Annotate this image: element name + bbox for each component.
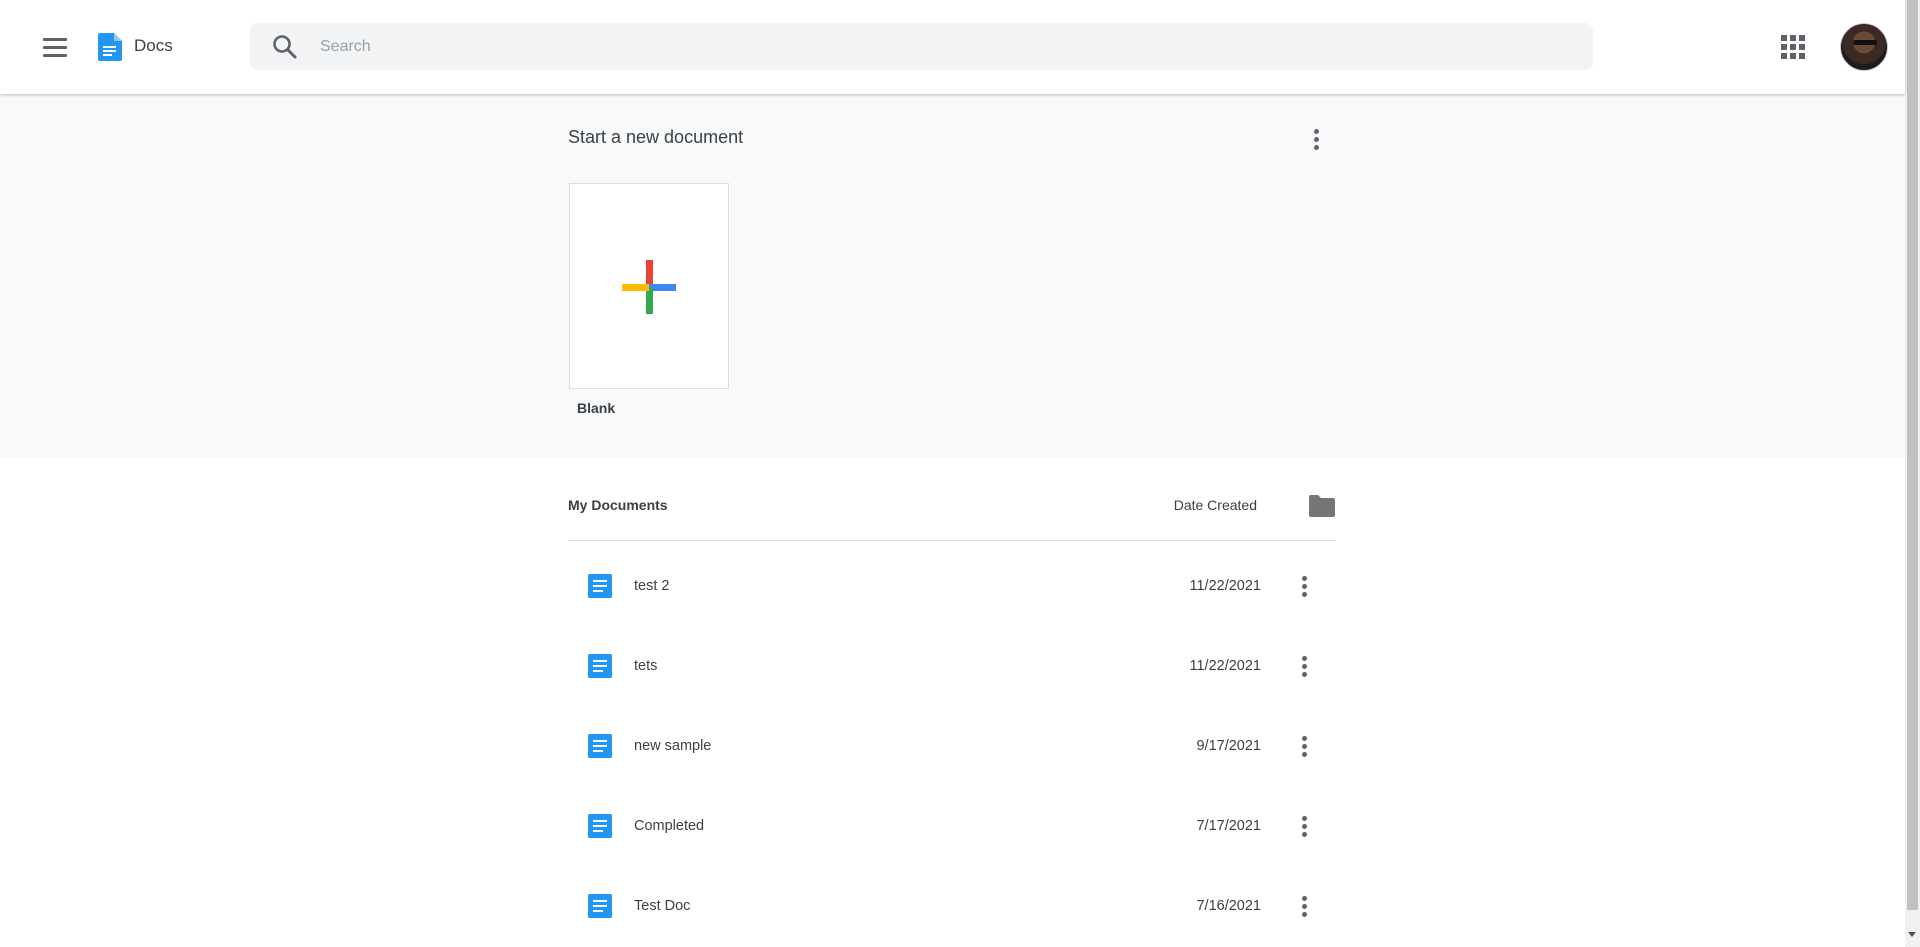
document-more-options-icon[interactable] xyxy=(1292,654,1316,678)
multicolor-plus-icon xyxy=(622,260,676,319)
document-icon xyxy=(588,734,612,763)
document-title: Completed xyxy=(634,818,705,834)
document-icon xyxy=(588,814,612,843)
document-more-options-icon[interactable] xyxy=(1292,574,1316,598)
document-more-options-icon[interactable] xyxy=(1292,894,1316,918)
document-more-options-icon[interactable] xyxy=(1292,734,1316,758)
app-name[interactable]: Docs xyxy=(134,36,173,56)
document-title: test 2 xyxy=(634,578,670,594)
scrollbar-thumb[interactable] xyxy=(1907,0,1918,910)
document-title: new sample xyxy=(634,738,712,754)
avatar[interactable] xyxy=(1840,23,1888,71)
document-row[interactable]: new sample 9/17/2021 xyxy=(568,706,1336,786)
document-date: 11/22/2021 xyxy=(1189,658,1262,674)
apps-grid-icon[interactable] xyxy=(1781,35,1805,59)
document-icon xyxy=(588,894,612,923)
scroll-down-arrow-icon[interactable] xyxy=(1908,932,1916,937)
document-date: 11/22/2021 xyxy=(1189,578,1262,594)
document-icon xyxy=(588,574,612,603)
blank-document-card[interactable] xyxy=(569,183,729,389)
document-title: Test Doc xyxy=(634,898,691,914)
document-date: 7/16/2021 xyxy=(1196,898,1261,914)
blank-card-label: Blank xyxy=(577,400,616,416)
hamburger-menu-icon[interactable] xyxy=(38,30,72,64)
search-input[interactable] xyxy=(320,23,1560,70)
folder-icon[interactable] xyxy=(1309,495,1335,522)
document-row[interactable]: Completed 7/17/2021 xyxy=(568,786,1336,866)
page-scrollbar[interactable] xyxy=(1905,0,1920,947)
sort-date-created-button[interactable]: Date Created xyxy=(1174,497,1257,513)
docs-logo-icon[interactable] xyxy=(98,33,122,66)
document-title: tets xyxy=(634,658,658,674)
document-icon xyxy=(588,654,612,683)
document-more-options-icon[interactable] xyxy=(1292,814,1316,838)
document-row[interactable]: Test Doc 7/16/2021 xyxy=(568,866,1336,946)
document-date: 9/17/2021 xyxy=(1196,738,1261,754)
document-date: 7/17/2021 xyxy=(1196,818,1261,834)
search-bar[interactable] xyxy=(250,23,1593,70)
search-icon[interactable] xyxy=(272,34,298,65)
documents-title: My Documents xyxy=(568,497,668,513)
template-section-title: Start a new document xyxy=(568,127,744,147)
template-gallery: Start a new document Blank xyxy=(0,94,1905,458)
documents-list-header: My Documents Date Created xyxy=(568,458,1336,541)
template-more-options-icon[interactable] xyxy=(1304,127,1328,151)
top-app-bar: Docs xyxy=(0,0,1905,94)
document-row[interactable]: tets 11/22/2021 xyxy=(568,626,1336,706)
document-row[interactable]: test 2 11/22/2021 xyxy=(568,546,1336,626)
